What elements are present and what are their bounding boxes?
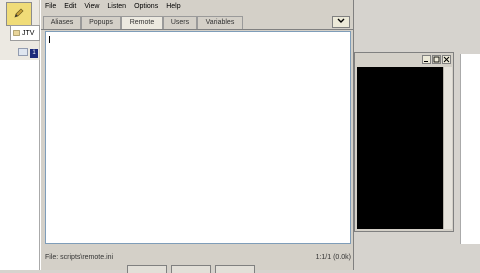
- folder-icon: [13, 29, 20, 38]
- tree-item[interactable]: 1: [18, 48, 38, 58]
- maximize-icon[interactable]: [432, 55, 441, 64]
- status-bar: File: scripts\remote.ini 1:1/1 (0.0k): [45, 252, 351, 264]
- menu-view[interactable]: View: [80, 1, 103, 13]
- tab-strip: Aliases Popups Remote Users Variables: [41, 14, 355, 30]
- vertical-scrollbar[interactable]: [443, 67, 452, 229]
- tab-variables[interactable]: Variables: [197, 16, 243, 29]
- tab-aliases[interactable]: Aliases: [43, 16, 81, 29]
- menu-options[interactable]: Options: [130, 1, 162, 13]
- right-panel-edge: [460, 54, 480, 244]
- tree-panel: [0, 60, 40, 270]
- menu-bar: File Edit View Listen Options Help: [41, 1, 185, 13]
- script-text-area[interactable]: [45, 31, 351, 244]
- dialog-buttons: [127, 265, 255, 273]
- command-input[interactable]: JTV: [10, 25, 40, 41]
- menu-file[interactable]: File: [41, 1, 60, 13]
- menu-help[interactable]: Help: [162, 1, 184, 13]
- console-output[interactable]: [357, 67, 443, 229]
- command-label: JTV: [22, 29, 35, 37]
- window-controls: [422, 55, 451, 64]
- menu-edit[interactable]: Edit: [60, 1, 80, 13]
- tree-node-icon: [18, 48, 28, 58]
- status-position: 1:1/1 (0.0k): [315, 254, 351, 261]
- pencil-icon: [13, 7, 25, 21]
- text-cursor: [49, 36, 50, 43]
- menu-listen[interactable]: Listen: [103, 1, 130, 13]
- tab-popups[interactable]: Popups: [81, 16, 121, 29]
- desktop-background: [354, 0, 480, 54]
- toolbar-edit-button[interactable]: [6, 2, 32, 26]
- dialog-button-1[interactable]: [127, 265, 167, 273]
- dialog-button-3[interactable]: [215, 265, 255, 273]
- tab-remote[interactable]: Remote: [121, 16, 163, 29]
- tree-node-label: 1: [30, 48, 38, 58]
- tab-users[interactable]: Users: [163, 16, 197, 29]
- status-window: [354, 52, 454, 232]
- chevron-down-icon: [337, 18, 345, 26]
- script-editor-window: File Edit View Listen Options Help Alias…: [40, 0, 355, 273]
- dialog-button-2[interactable]: [171, 265, 211, 273]
- status-file: File: scripts\remote.ini: [45, 254, 114, 261]
- section-dropdown-button[interactable]: [332, 16, 350, 28]
- close-icon[interactable]: [442, 55, 451, 64]
- minimize-icon[interactable]: [422, 55, 431, 64]
